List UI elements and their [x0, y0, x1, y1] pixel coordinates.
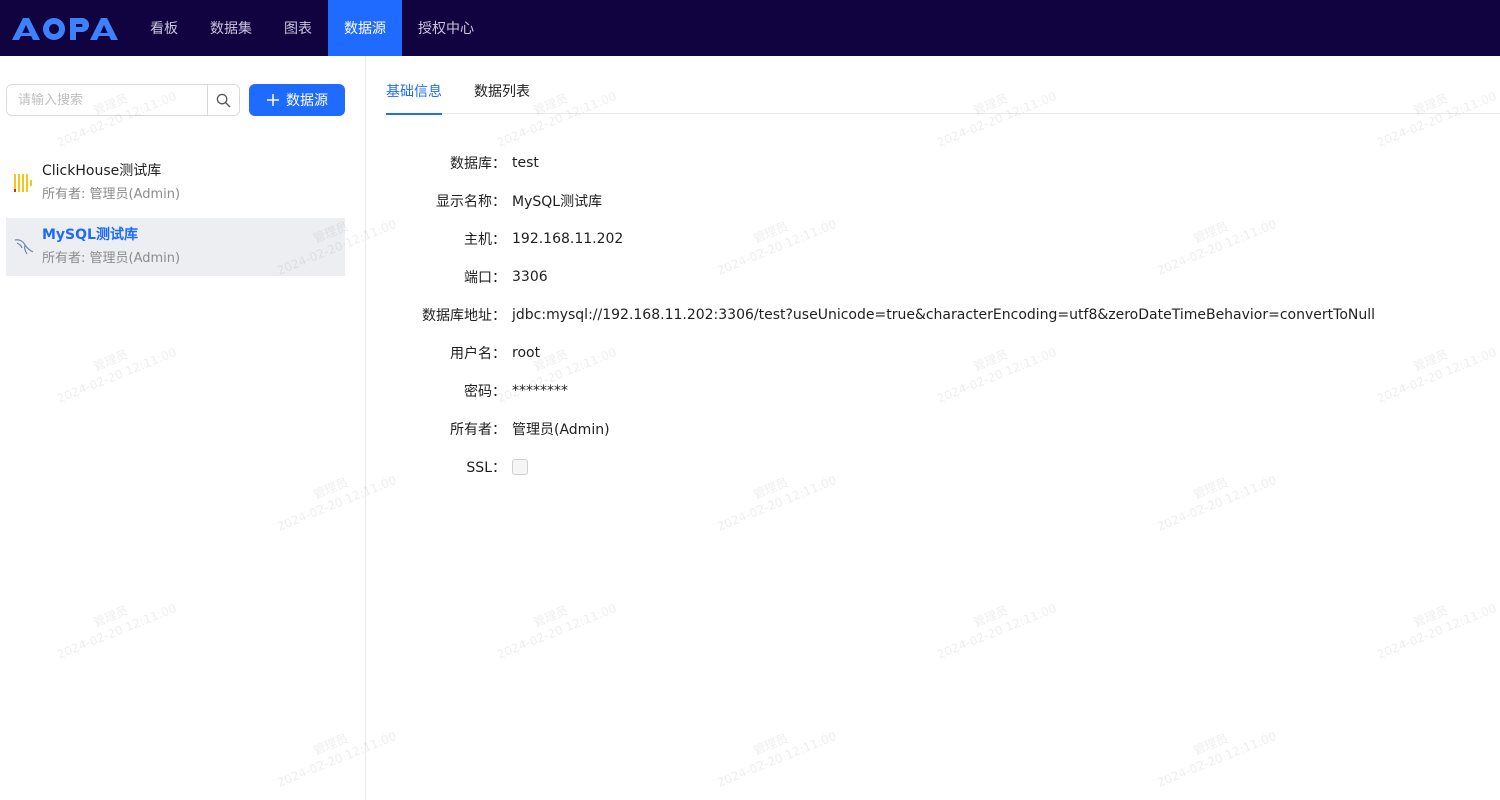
- nav-item-datasets[interactable]: 数据集: [194, 0, 268, 56]
- field-label: 主机：: [464, 232, 506, 248]
- search-button[interactable]: [207, 85, 239, 115]
- field-ssl: SSL：: [366, 448, 1500, 486]
- datasource-owner: 所有者: 管理员(Admin): [42, 251, 181, 266]
- field-host: 主机： 192.168.11.202: [366, 220, 1500, 258]
- field-value: ********: [512, 383, 568, 399]
- field-label: 端口：: [464, 270, 506, 286]
- field-label: 所有者：: [450, 422, 506, 438]
- field-value: test: [512, 155, 539, 171]
- field-value: 3306: [512, 269, 548, 285]
- datasource-item-mysql[interactable]: MySQL测试库 所有者: 管理员(Admin): [6, 218, 345, 276]
- field-value: root: [512, 345, 541, 361]
- datasource-list: ClickHouse测试库 所有者: 管理员(Admin) MySQL测试库 所…: [6, 154, 345, 282]
- field-url: 数据库地址： jdbc:mysql://192.168.11.202:3306/…: [366, 296, 1500, 334]
- field-password: 密码： ********: [366, 372, 1500, 410]
- datasource-name: ClickHouse测试库: [42, 163, 162, 179]
- search-icon: [216, 93, 231, 107]
- datasource-item-clickhouse[interactable]: ClickHouse测试库 所有者: 管理员(Admin): [6, 154, 345, 212]
- clickhouse-icon: [12, 171, 36, 195]
- basic-info-form: 数据库： test 显示名称： MySQL测试库 主机： 192.168.11.…: [366, 144, 1500, 486]
- field-value: jdbc:mysql://192.168.11.202:3306/test?us…: [512, 307, 1376, 323]
- field-label: SSL：: [466, 460, 506, 476]
- add-datasource-button[interactable]: 数据源: [249, 84, 345, 116]
- main-nav: 看板 数据集 图表 数据源 授权中心: [134, 0, 490, 56]
- field-label: 用户名：: [450, 346, 506, 362]
- field-label: 数据库地址：: [422, 308, 506, 324]
- field-value: 管理员(Admin): [512, 422, 610, 438]
- field-label: 密码：: [464, 384, 506, 400]
- app-logo[interactable]: [0, 0, 124, 56]
- datasource-name: MySQL测试库: [42, 227, 138, 243]
- search-row: 数据源: [6, 84, 345, 116]
- add-datasource-label: 数据源: [286, 93, 328, 109]
- top-navbar: 看板 数据集 图表 数据源 授权中心: [0, 0, 1500, 56]
- nav-item-dashboard[interactable]: 看板: [134, 0, 194, 56]
- detail-tabs: 基础信息 数据列表: [386, 76, 1500, 115]
- search-box: [6, 84, 240, 116]
- field-database: 数据库： test: [366, 144, 1500, 182]
- search-input[interactable]: [7, 85, 208, 115]
- field-label: 显示名称：: [436, 194, 506, 210]
- field-value: MySQL测试库: [512, 194, 603, 210]
- mysql-icon: [12, 235, 36, 259]
- field-owner: 所有者： 管理员(Admin): [366, 410, 1500, 448]
- datasource-detail-panel: 基础信息 数据列表 数据库： test 显示名称： MySQL测试库 主机： 1…: [366, 56, 1500, 800]
- field-display-name: 显示名称： MySQL测试库: [366, 182, 1500, 220]
- field-username: 用户名： root: [366, 334, 1500, 372]
- datasource-sidebar: 数据源 ClickHouse测试库 所有者: 管理员(Admin): [0, 56, 366, 800]
- tab-data-list[interactable]: 数据列表: [474, 76, 530, 114]
- aopa-logo-icon: [12, 18, 118, 40]
- field-port: 端口： 3306: [366, 258, 1500, 296]
- nav-item-authorization[interactable]: 授权中心: [402, 0, 490, 56]
- datasource-owner: 所有者: 管理员(Admin): [42, 187, 181, 202]
- field-value: 192.168.11.202: [512, 231, 624, 247]
- field-label: 数据库：: [450, 156, 506, 172]
- tab-basic-info[interactable]: 基础信息: [386, 76, 442, 115]
- nav-item-datasources[interactable]: 数据源: [328, 0, 402, 56]
- plus-icon: [267, 94, 279, 106]
- nav-item-charts[interactable]: 图表: [268, 0, 328, 56]
- ssl-checkbox[interactable]: [512, 459, 528, 475]
